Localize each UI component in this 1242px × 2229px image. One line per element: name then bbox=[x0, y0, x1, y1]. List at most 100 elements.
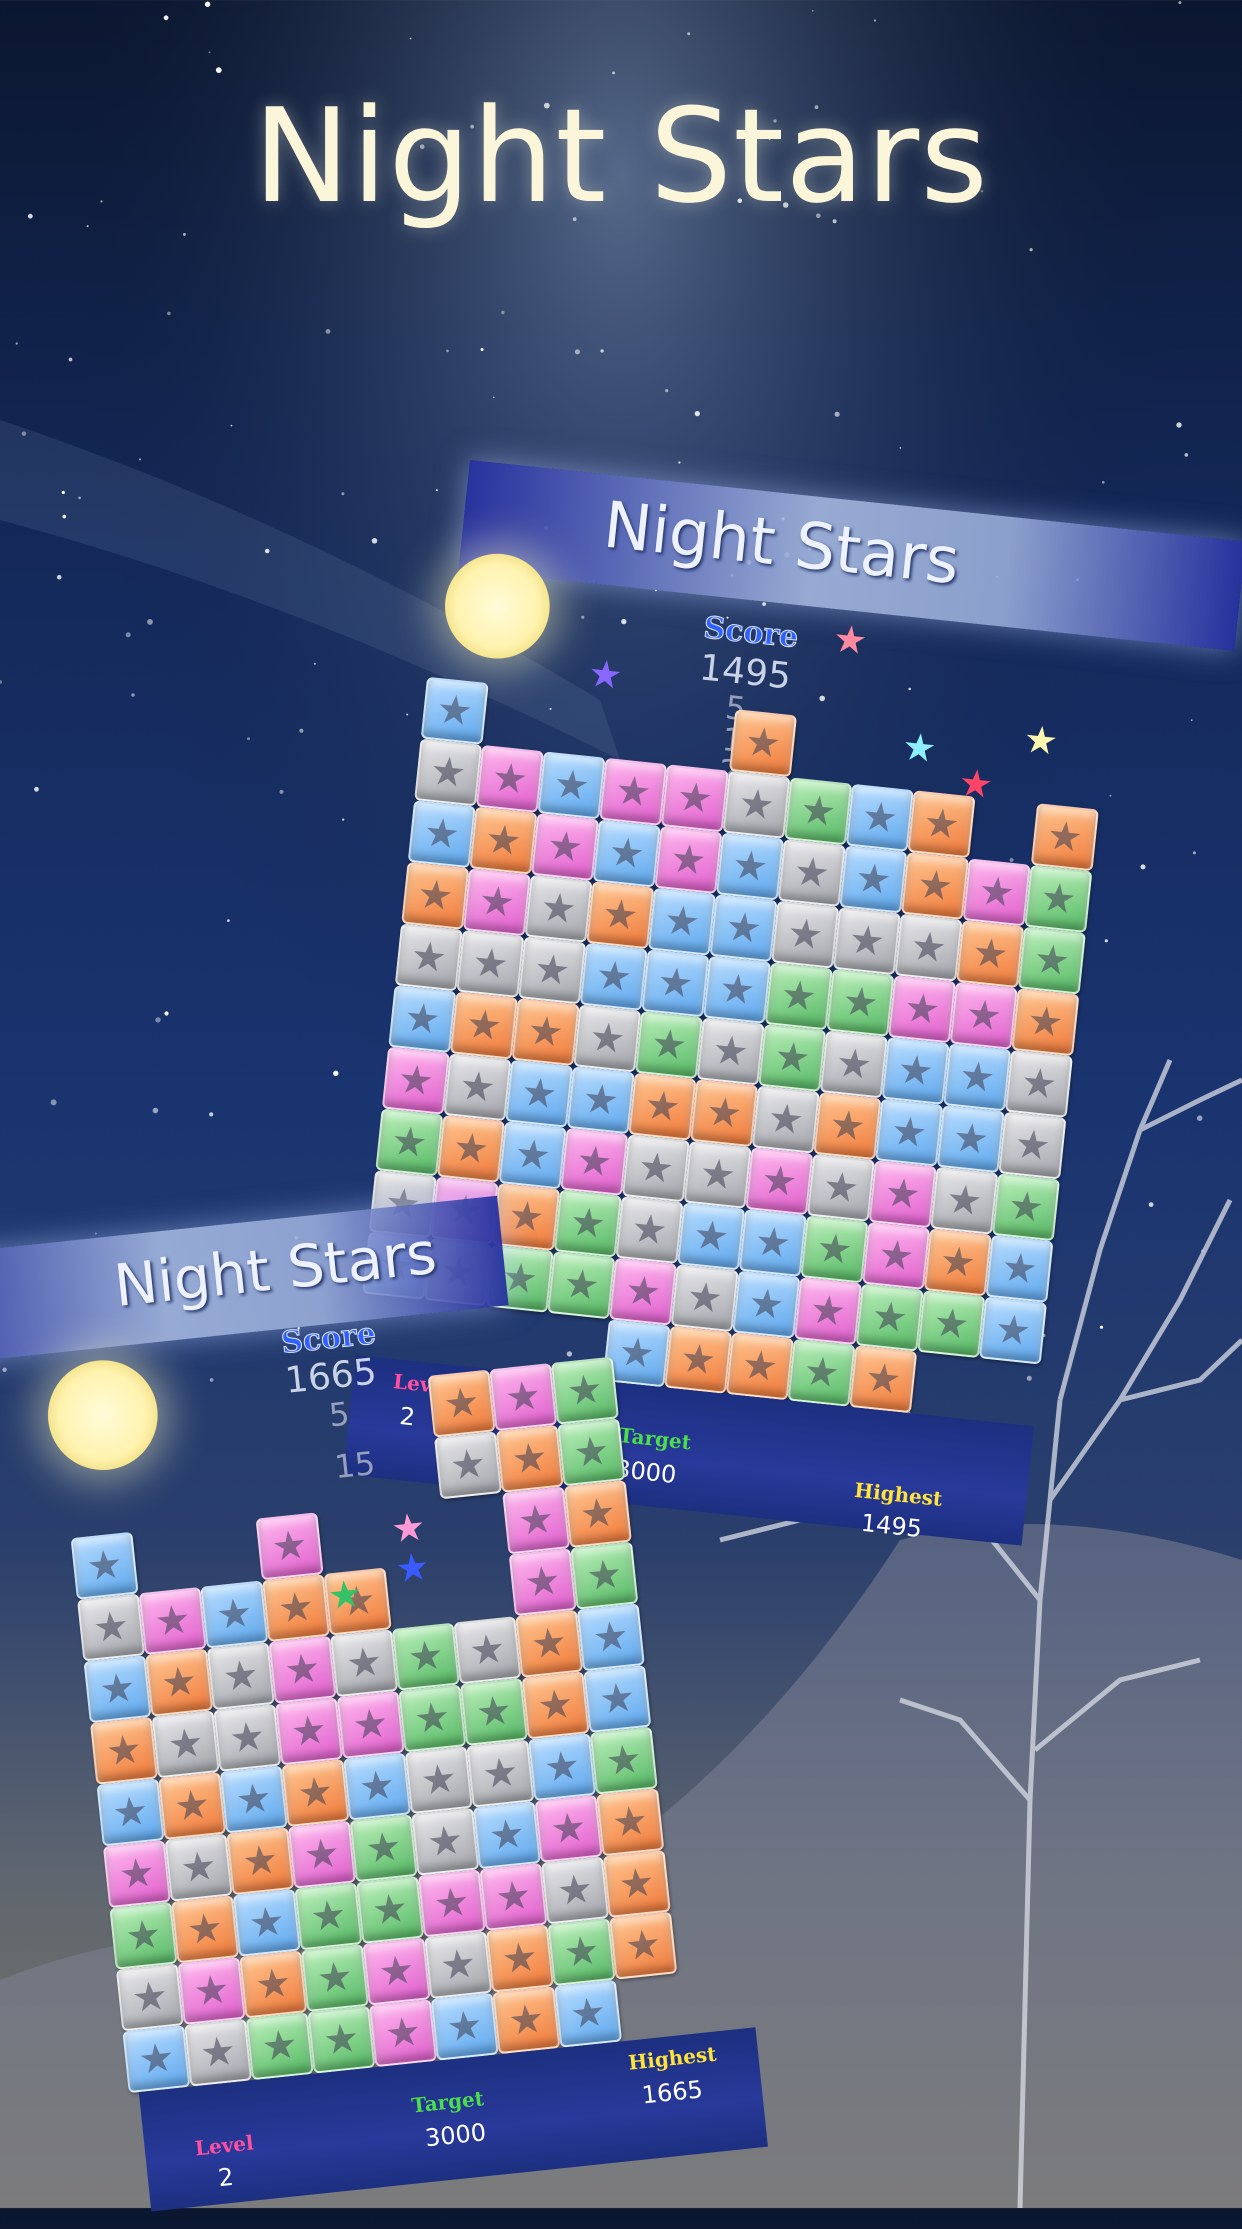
orange-star-tile[interactable] bbox=[563, 1479, 632, 1549]
blue-star-tile[interactable] bbox=[430, 1992, 499, 2061]
gray-star-tile[interactable] bbox=[819, 1030, 888, 1099]
orange-star-tile[interactable] bbox=[511, 997, 580, 1067]
blue-star-tile[interactable] bbox=[978, 1296, 1048, 1365]
gray-star-tile[interactable] bbox=[411, 1807, 480, 1876]
blue-star-tile[interactable] bbox=[579, 942, 648, 1011]
gray-star-tile[interactable] bbox=[424, 1930, 493, 2000]
blue-star-tile[interactable] bbox=[936, 1104, 1005, 1174]
blue-star-tile[interactable] bbox=[583, 1664, 652, 1734]
orange-star-tile[interactable] bbox=[923, 1228, 992, 1297]
green-star-tile[interactable] bbox=[570, 1541, 639, 1610]
green-star-tile[interactable] bbox=[758, 1023, 827, 1093]
blue-star-tile[interactable] bbox=[641, 949, 710, 1018]
blue-star-tile[interactable] bbox=[343, 1752, 412, 1821]
gray-star-tile[interactable] bbox=[771, 900, 840, 969]
gray-star-tile[interactable] bbox=[518, 936, 587, 1005]
green-star-tile[interactable] bbox=[1024, 864, 1093, 933]
pink-star-tile[interactable] bbox=[274, 1697, 344, 1766]
pink-star-tile[interactable] bbox=[599, 757, 668, 826]
orange-star-tile[interactable] bbox=[89, 1716, 159, 1785]
pink-star-tile[interactable] bbox=[177, 1956, 246, 2026]
orange-star-tile[interactable] bbox=[956, 920, 1025, 989]
green-star-tile[interactable] bbox=[398, 1684, 467, 1753]
gray-star-tile[interactable] bbox=[998, 1111, 1067, 1180]
pink-star-tile[interactable] bbox=[949, 981, 1018, 1050]
pink-star-tile[interactable] bbox=[362, 1937, 431, 2006]
gray-star-tile[interactable] bbox=[184, 2018, 253, 2087]
green-star-tile[interactable] bbox=[550, 1356, 619, 1425]
pink-star-tile[interactable] bbox=[102, 1840, 172, 1909]
gray-star-tile[interactable] bbox=[806, 1153, 876, 1222]
orange-star-tile[interactable] bbox=[449, 991, 519, 1060]
pink-star-tile[interactable] bbox=[381, 1046, 450, 1115]
gray-star-tile[interactable] bbox=[777, 838, 846, 908]
blue-star-tile[interactable] bbox=[537, 751, 606, 820]
pink-star-tile[interactable] bbox=[479, 1862, 548, 1931]
gray-star-tile[interactable] bbox=[115, 1963, 185, 2032]
blue-star-tile[interactable] bbox=[566, 1066, 635, 1135]
pink-star-tile[interactable] bbox=[530, 812, 600, 882]
green-star-tile[interactable] bbox=[634, 1010, 704, 1080]
blue-star-tile[interactable] bbox=[875, 1098, 944, 1167]
orange-star-tile[interactable] bbox=[261, 1573, 331, 1643]
gray-star-tile[interactable] bbox=[414, 738, 483, 807]
orange-star-tile[interactable] bbox=[609, 1911, 678, 1980]
green-star-tile[interactable] bbox=[917, 1289, 986, 1359]
gray-star-tile[interactable] bbox=[894, 913, 963, 982]
blue-star-tile[interactable] bbox=[703, 955, 772, 1024]
gray-star-tile[interactable] bbox=[76, 1593, 146, 1662]
green-star-tile[interactable] bbox=[349, 1814, 418, 1883]
gray-star-tile[interactable] bbox=[151, 1710, 220, 1779]
orange-star-tile[interactable] bbox=[239, 1950, 308, 2019]
orange-star-tile[interactable] bbox=[900, 851, 970, 921]
orange-star-tile[interactable] bbox=[495, 1424, 564, 1493]
gray-star-tile[interactable] bbox=[1004, 1049, 1073, 1118]
blue-star-tile[interactable] bbox=[528, 1733, 597, 1802]
orange-star-tile[interactable] bbox=[628, 1072, 697, 1141]
blue-star-tile[interactable] bbox=[498, 1121, 567, 1190]
pink-star-tile[interactable] bbox=[962, 858, 1031, 927]
gray-star-tile[interactable] bbox=[394, 923, 463, 992]
orange-star-tile[interactable] bbox=[515, 1609, 584, 1678]
orange-star-tile[interactable] bbox=[401, 861, 470, 930]
orange-star-tile[interactable] bbox=[1011, 988, 1080, 1057]
blue-star-tile[interactable] bbox=[407, 800, 476, 869]
orange-star-tile[interactable] bbox=[145, 1648, 214, 1717]
green-star-tile[interactable] bbox=[557, 1418, 626, 1487]
gray-star-tile[interactable] bbox=[456, 929, 525, 998]
blue-star-tile[interactable] bbox=[881, 1036, 950, 1105]
gray-star-tile[interactable] bbox=[541, 1856, 610, 1925]
orange-star-tile[interactable] bbox=[849, 1345, 918, 1414]
gray-star-tile[interactable] bbox=[164, 1833, 233, 1902]
orange-star-tile[interactable] bbox=[485, 1924, 554, 1993]
orange-star-tile[interactable] bbox=[469, 806, 538, 875]
pink-star-tile[interactable] bbox=[868, 1160, 937, 1229]
orange-star-tile[interactable] bbox=[226, 1827, 295, 1896]
green-star-tile[interactable] bbox=[589, 1726, 658, 1795]
blue-star-tile[interactable] bbox=[96, 1778, 165, 1847]
blue-star-tile[interactable] bbox=[70, 1531, 139, 1600]
gray-star-tile[interactable] bbox=[433, 1431, 503, 1500]
green-star-tile[interactable] bbox=[787, 1338, 856, 1407]
green-star-tile[interactable] bbox=[356, 1875, 425, 1944]
green-star-tile[interactable] bbox=[245, 2012, 314, 2081]
blue-star-tile[interactable] bbox=[553, 1979, 623, 2048]
orange-star-tile[interactable] bbox=[158, 1771, 227, 1841]
green-star-tile[interactable] bbox=[784, 777, 853, 846]
green-star-tile[interactable] bbox=[459, 1677, 529, 1746]
blue-star-tile[interactable] bbox=[592, 819, 661, 888]
pink-star-tile[interactable] bbox=[793, 1277, 863, 1346]
orange-star-tile[interactable] bbox=[586, 881, 655, 950]
gray-star-tile[interactable] bbox=[832, 907, 901, 976]
blue-star-tile[interactable] bbox=[715, 832, 785, 901]
pink-star-tile[interactable] bbox=[475, 744, 544, 813]
gray-star-tile[interactable] bbox=[696, 1017, 765, 1086]
gray-star-tile[interactable] bbox=[573, 1004, 642, 1073]
blue-star-tile[interactable] bbox=[839, 845, 908, 914]
orange-star-tile[interactable] bbox=[690, 1079, 759, 1148]
gray-star-tile[interactable] bbox=[330, 1629, 399, 1698]
blue-star-tile[interactable] bbox=[647, 887, 716, 956]
gray-star-tile[interactable] bbox=[453, 1616, 522, 1685]
gray-star-tile[interactable] bbox=[206, 1642, 275, 1711]
blue-star-tile[interactable] bbox=[122, 2025, 191, 2094]
